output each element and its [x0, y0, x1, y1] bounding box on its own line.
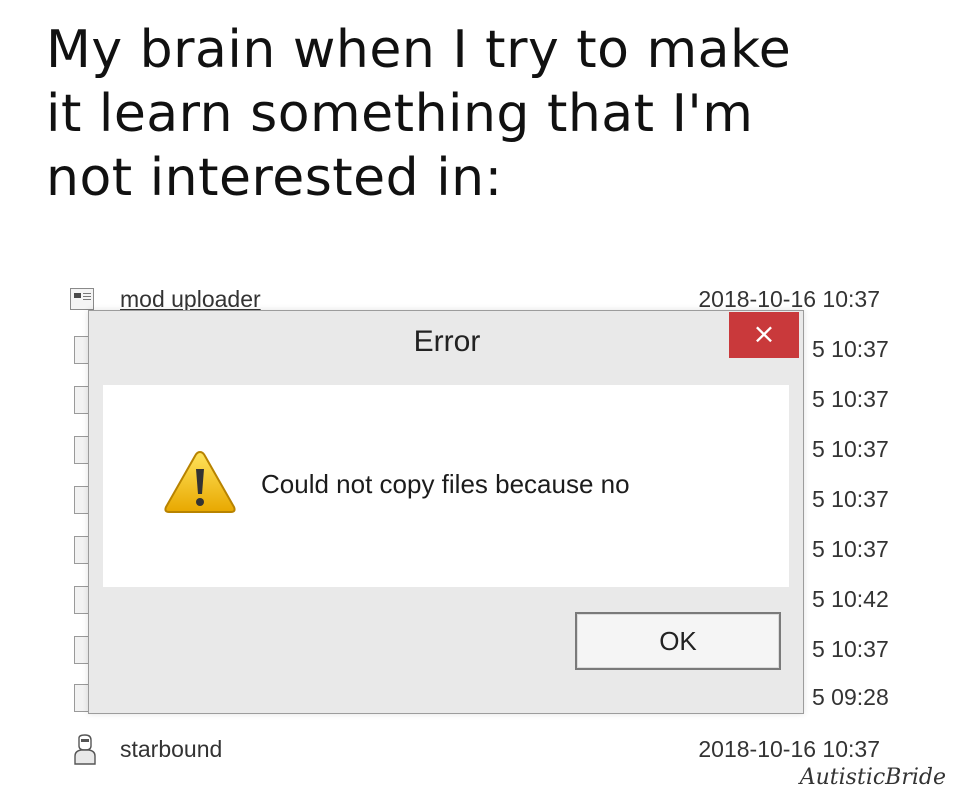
- file-date: 5 10:37: [812, 336, 889, 362]
- file-date: 5 10:37: [812, 386, 889, 412]
- error-message: Could not copy files because no: [261, 469, 630, 499]
- file-icon: [74, 536, 88, 564]
- file-date: 5 10:37: [812, 536, 889, 562]
- file-icon: [74, 336, 88, 364]
- file-date: 5 10:37: [812, 486, 889, 512]
- app-window-icon: [70, 288, 94, 310]
- dialog-title: Error: [413, 325, 481, 358]
- warning-icon: [164, 450, 236, 513]
- file-icon: [74, 386, 88, 414]
- file-name: mod uploader: [120, 286, 261, 312]
- file-name: starbound: [120, 736, 223, 762]
- file-date: 5 10:37: [812, 436, 889, 462]
- error-dialog: Error × Could not copy files because no …: [88, 310, 804, 714]
- file-icon: [74, 586, 88, 614]
- ok-button[interactable]: OK: [575, 612, 781, 670]
- file-icon: [74, 436, 88, 464]
- file-date: 5 10:37: [812, 636, 889, 662]
- dialog-body: Could not copy files because no: [103, 385, 789, 587]
- close-button[interactable]: ×: [729, 312, 799, 358]
- user-folder-icon: [74, 734, 96, 765]
- file-icon: [74, 486, 88, 514]
- file-icon: [74, 684, 88, 712]
- file-date: 2018-10-16 10:37: [698, 286, 880, 312]
- file-date: 2018-10-16 10:37: [698, 736, 880, 762]
- file-icon: [74, 636, 88, 664]
- watermark: AutisticBride: [799, 765, 946, 790]
- file-row-starbound[interactable]: starbound 2018-10-16 10:37: [70, 734, 910, 766]
- file-date: 5 09:28: [812, 684, 889, 710]
- file-date: 5 10:42: [812, 586, 889, 612]
